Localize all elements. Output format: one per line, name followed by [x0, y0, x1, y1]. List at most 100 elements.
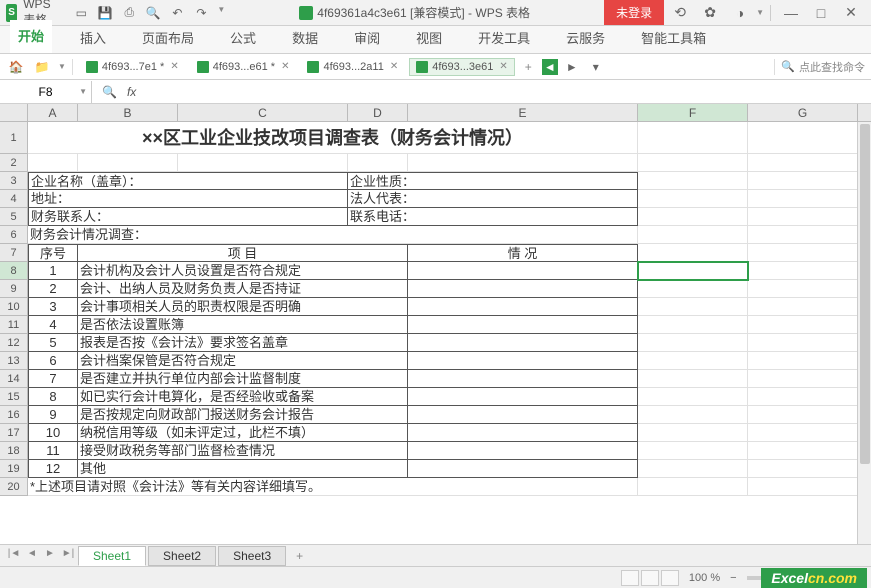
cell[interactable]: 其他 [78, 460, 408, 478]
cell[interactable]: 7 [28, 370, 78, 388]
cell[interactable]: 情 况 [408, 244, 638, 262]
skin-dropdown-icon[interactable]: ▼ [756, 8, 764, 17]
cell[interactable] [408, 388, 638, 406]
cell[interactable] [748, 298, 858, 316]
row-header[interactable]: 14 [0, 370, 28, 388]
col-header-F[interactable]: F [638, 104, 748, 121]
doc-tab-active[interactable]: 4f693...3e61✕ [409, 58, 515, 76]
qat-undo-icon[interactable]: ↶ [169, 5, 185, 21]
cell[interactable]: 1 [28, 262, 78, 280]
cell[interactable]: 序号 [28, 244, 78, 262]
cell[interactable]: 接受财政税务等部门监督检查情况 [78, 442, 408, 460]
cell[interactable]: 如已实行会计电算化，是否经验收或备案 [78, 388, 408, 406]
ribbon-tab-formula[interactable]: 公式 [222, 22, 264, 53]
cell[interactable] [638, 478, 748, 496]
cell[interactable]: 纳税信用等级（如未评定过，此栏不填） [78, 424, 408, 442]
cell[interactable] [638, 122, 748, 154]
row-header[interactable]: 6 [0, 226, 28, 244]
row-header[interactable]: 5 [0, 208, 28, 226]
cell[interactable]: 报表是否按《会计法》要求签名盖章 [78, 334, 408, 352]
ribbon-tab-smarttools[interactable]: 智能工具箱 [633, 22, 714, 53]
active-cell[interactable] [638, 262, 748, 280]
cell[interactable] [28, 154, 78, 172]
sheet-nav-first-icon[interactable]: |◄ [6, 548, 22, 564]
doc-tab[interactable]: 4f693...7e1 *✕ [79, 58, 186, 76]
col-header-G[interactable]: G [748, 104, 858, 121]
cell[interactable] [348, 154, 408, 172]
row-header[interactable]: 19 [0, 460, 28, 478]
cell[interactable]: 财务联系人： [28, 208, 348, 226]
cell[interactable] [748, 190, 858, 208]
search-command-input[interactable]: 点此查找命令 [799, 59, 865, 75]
cell[interactable] [408, 262, 638, 280]
close-icon[interactable]: ✕ [390, 61, 398, 72]
tab-list-icon[interactable]: ▾ [586, 57, 606, 77]
cell[interactable] [638, 352, 748, 370]
cell[interactable] [408, 460, 638, 478]
cell[interactable] [638, 424, 748, 442]
qat-preview-icon[interactable]: 🔍 [145, 5, 161, 21]
cell[interactable]: 3 [28, 298, 78, 316]
sync-icon[interactable]: ⟲ [666, 2, 694, 24]
search-icon[interactable]: 🔍 [781, 60, 795, 73]
vertical-scrollbar[interactable] [857, 122, 871, 544]
col-header-B[interactable]: B [78, 104, 178, 121]
sheet-nav-last-icon[interactable]: ►| [60, 548, 76, 564]
cell[interactable] [748, 334, 858, 352]
sheet-nav-next-icon[interactable]: ► [42, 548, 58, 564]
row-header[interactable]: 9 [0, 280, 28, 298]
add-tab-button[interactable]: + [519, 60, 538, 74]
cell[interactable] [408, 406, 638, 424]
cell[interactable]: 会计事项相关人员的职责权限是否明确 [78, 298, 408, 316]
cell[interactable]: ××区工业企业技改项目调查表（财务会计情况） [28, 122, 638, 154]
cell[interactable]: 会计档案保管是否符合规定 [78, 352, 408, 370]
tab-nav-left-icon[interactable]: ◄ [542, 59, 558, 75]
cell[interactable] [408, 298, 638, 316]
select-all-corner[interactable] [0, 104, 28, 121]
close-button[interactable]: ✕ [837, 2, 865, 24]
doc-tab[interactable]: 4f693...2a11✕ [300, 58, 405, 76]
cell[interactable]: 会计、出纳人员及财务负责人是否持证 [78, 280, 408, 298]
col-header-A[interactable]: A [28, 104, 78, 121]
row-header[interactable]: 11 [0, 316, 28, 334]
cell[interactable] [638, 280, 748, 298]
cell[interactable] [638, 388, 748, 406]
cell[interactable] [748, 208, 858, 226]
ribbon-tab-insert[interactable]: 插入 [72, 22, 114, 53]
row-header[interactable]: 20 [0, 478, 28, 496]
cell[interactable] [638, 316, 748, 334]
cell[interactable]: 法人代表： [348, 190, 638, 208]
row-header[interactable]: 7 [0, 244, 28, 262]
cell[interactable]: 是否按规定向财政部门报送财务会计报告 [78, 406, 408, 424]
cell[interactable]: 5 [28, 334, 78, 352]
cell[interactable]: 是否依法设置账簿 [78, 316, 408, 334]
cell[interactable]: 地址： [28, 190, 348, 208]
cell[interactable]: 8 [28, 388, 78, 406]
row-header[interactable]: 13 [0, 352, 28, 370]
qat-save-icon[interactable]: 💾 [97, 5, 113, 21]
cell[interactable] [748, 370, 858, 388]
zoom-percent[interactable]: 100 % [689, 572, 720, 584]
cell[interactable]: 4 [28, 316, 78, 334]
name-box-input[interactable] [11, 85, 81, 99]
cell[interactable]: 会计机构及会计人员设置是否符合规定 [78, 262, 408, 280]
cell[interactable] [408, 424, 638, 442]
cell[interactable]: *上述项目请对照《会计法》等有关内容详细填写。 [28, 478, 638, 496]
cell[interactable] [748, 172, 858, 190]
cell[interactable] [638, 244, 748, 262]
cell[interactable] [748, 244, 858, 262]
cell[interactable] [748, 442, 858, 460]
name-box-dropdown-icon[interactable]: ▼ [79, 87, 87, 96]
cell[interactable] [638, 298, 748, 316]
folder-dropdown-icon[interactable]: ▼ [58, 62, 66, 71]
cell[interactable] [748, 406, 858, 424]
sheet-tab[interactable]: Sheet2 [148, 546, 216, 566]
cell[interactable] [408, 316, 638, 334]
ribbon-tab-review[interactable]: 审阅 [346, 22, 388, 53]
add-sheet-button[interactable]: + [288, 549, 311, 563]
zoom-out-button[interactable]: − [730, 572, 736, 584]
cell[interactable]: 6 [28, 352, 78, 370]
row-header[interactable]: 18 [0, 442, 28, 460]
minimize-button[interactable]: — [777, 2, 805, 24]
row-header[interactable]: 10 [0, 298, 28, 316]
